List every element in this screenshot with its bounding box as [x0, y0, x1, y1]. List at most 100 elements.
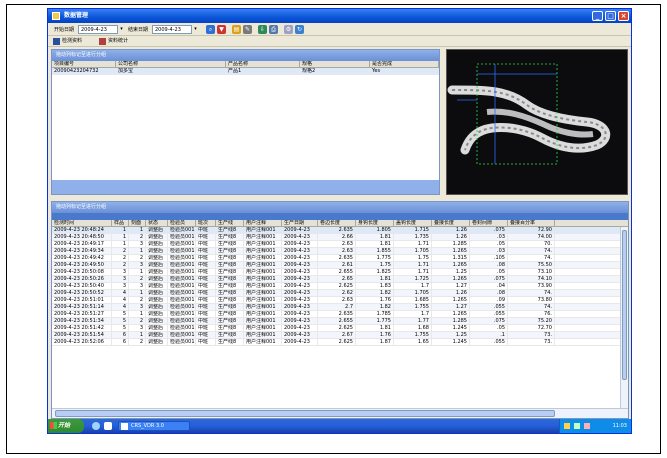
column-header[interactable]: 卷边长度: [318, 220, 356, 226]
taskbar-app-label: CRS_VDR 3.0: [131, 423, 164, 429]
start-date-field[interactable]: 2009-4-23: [78, 25, 118, 34]
start-date-dropdown-icon[interactable]: ▾: [118, 25, 125, 34]
table-row[interactable]: 2009-4-23 20:51:42 5 3 调整后 检验员001 中班 生产线8 用户注释0…: [52, 325, 628, 332]
cell: 中班: [196, 234, 216, 240]
close-button[interactable]: ×: [618, 11, 629, 21]
column-header[interactable]: 公司名称: [116, 61, 226, 67]
refresh-icon[interactable]: ↻: [295, 25, 304, 34]
seam-cross-section-image: [447, 50, 627, 194]
table-row[interactable]: 2009-4-23 20:48:50 1 2 调整后 检验员001 中班 生产线8 用户注释0…: [52, 234, 628, 241]
column-header[interactable]: 检验员: [168, 220, 196, 226]
table-row[interactable]: 2009-4-23 20:51:34 5 2 调整后 检验员001 中班 生产线8 用户注释0…: [52, 318, 628, 325]
maximize-button[interactable]: □: [605, 11, 616, 21]
column-header[interactable]: 是否完成: [370, 61, 439, 67]
table-row[interactable]: 2009-4-23 20:50:40 3 3 调整后 检验员001 中班 生产线8 用户注释0…: [52, 283, 628, 290]
end-date-dropdown-icon[interactable]: ▾: [192, 25, 199, 34]
tray-icon[interactable]: [584, 423, 590, 429]
column-header[interactable]: 生产日期: [282, 220, 318, 226]
cell: 中班: [196, 227, 216, 233]
search-icon[interactable]: ⌕: [206, 25, 215, 34]
column-header[interactable]: 卷封间隙: [470, 220, 508, 226]
cell: 生产线8: [216, 339, 244, 345]
table-row[interactable]: 2009-4-23 20:49:50 2 3 调整后 检验员001 中班 生产线8 用户注释0…: [52, 262, 628, 269]
table-row[interactable]: 2009-4-23 20:50:52 4 1 调整后 检验员001 中班 生产线8 用户注释0…: [52, 290, 628, 297]
column-header[interactable]: 规格: [300, 61, 370, 67]
cell: 用户注释001: [244, 332, 282, 338]
cell: 4: [112, 304, 129, 310]
cell: 73.80: [508, 297, 555, 303]
taskbar-app-button[interactable]: CRS_VDR 3.0: [118, 421, 190, 431]
cell: 生产线8: [216, 262, 244, 268]
column-header[interactable]: 用户注释: [244, 220, 282, 226]
table-row[interactable]: 2009-4-23 20:52:06 6 2 调整后 检验员001 中班 生产线8 用户注释0…: [52, 339, 628, 346]
column-header[interactable]: 项目编号: [52, 61, 116, 67]
cell: 1.81: [356, 325, 394, 331]
cell: 用户注释001: [244, 339, 282, 345]
table-row[interactable]: 2009-4-23 20:51:01 4 2 调整后 检验员001 中班 生产线8 用户注释0…: [52, 297, 628, 304]
print-icon[interactable]: ⎙: [269, 25, 278, 34]
tray-icon[interactable]: [574, 423, 580, 429]
start-button[interactable]: 开始: [48, 419, 84, 433]
export-icon[interactable]: ⇩: [258, 25, 267, 34]
cell: 1.25: [432, 332, 470, 338]
table-row[interactable]: 2009-4-23 20:49:34 2 1 调整后 检验员001 中班 生产线8 用户注释0…: [52, 248, 628, 255]
cell: 用户注释001: [244, 241, 282, 247]
column-header[interactable]: 叠接长度: [432, 220, 470, 226]
scroll-thumb[interactable]: [55, 410, 555, 417]
column-header[interactable]: 生产线: [216, 220, 244, 226]
cell: 2.655: [318, 318, 356, 324]
minimize-button[interactable]: _: [592, 11, 603, 21]
table-row[interactable]: 20090423204732 加多宝 产品1 规格2 Yes: [52, 68, 439, 75]
show-desktop-icon[interactable]: [104, 422, 112, 430]
table-row[interactable]: 2009-4-23 20:49:17 1 3 调整后 检验员001 中班 生产线8 用户注释0…: [52, 241, 628, 248]
table-row[interactable]: 2009-4-23 20:49:42 2 2 调整后 检验员001 中班 生产线8 用户注释0…: [52, 255, 628, 262]
app-window: 数据管理 _ □ × 开始日期 2009-4-23 ▾ 结束日期 2009-4-…: [47, 8, 632, 434]
end-date-field[interactable]: 2009-4-23: [152, 25, 192, 34]
cell: 2009-4-23: [282, 276, 318, 282]
column-header[interactable]: 盖钩长度: [394, 220, 432, 226]
title-bar[interactable]: 数据管理 _ □ ×: [48, 9, 631, 23]
table-row[interactable]: 2009-4-23 20:51:14 4 3 调整后 检验员001 中班 生产线8 用户注释0…: [52, 304, 628, 311]
cell: 1.725: [394, 276, 432, 282]
table-row[interactable]: 2009-4-23 20:51:27 5 1 调整后 检验员001 中班 生产线8 用户注释0…: [52, 311, 628, 318]
scroll-thumb[interactable]: [622, 230, 627, 380]
cell: 2009-4-23 20:51:34: [52, 318, 112, 324]
cell: 中班: [196, 311, 216, 317]
cell: 用户注释001: [244, 304, 282, 310]
panel-footer: [52, 180, 439, 194]
cell: 1.65: [394, 339, 432, 345]
table-row[interactable]: 2009-4-23 20:51:54 6 1 调整后 检验员001 中班 生产线8 用户注释0…: [52, 332, 628, 339]
cell: 2.635: [318, 311, 356, 317]
column-header[interactable]: 产品名称: [226, 61, 300, 67]
filter-icon[interactable]: ▼: [217, 25, 226, 34]
table-row[interactable]: 2009-4-23 20:50:26 3 2 调整后 检验员001 中班 生产线8 用户注释0…: [52, 276, 628, 283]
cell: 4: [112, 290, 129, 296]
cell: 2009-4-23 20:49:34: [52, 248, 112, 254]
edit-icon[interactable]: ✎: [243, 25, 252, 34]
seam-image-viewer[interactable]: [446, 49, 628, 195]
table-row[interactable]: 2009-4-23 20:48:24 1 1 调整后 检验员001 中班 生产线8 用户注释0…: [52, 227, 628, 234]
cell: 2009-4-23: [282, 255, 318, 261]
column-header[interactable]: 检测时间: [52, 220, 112, 226]
column-header[interactable]: 身钩长度: [356, 220, 394, 226]
column-header[interactable]: 刻面: [129, 220, 146, 226]
horizontal-scrollbar[interactable]: [52, 408, 628, 418]
end-date-label: 结束日期: [128, 27, 149, 33]
tray-icon[interactable]: [564, 423, 570, 429]
cell: 调整后: [146, 325, 168, 331]
settings-icon[interactable]: ⚙: [284, 25, 293, 34]
browser-icon[interactable]: [92, 422, 100, 430]
cell: 6: [112, 339, 129, 345]
cell: 检验员001: [170, 297, 196, 303]
column-header[interactable]: 叠接百分率: [508, 220, 555, 226]
table-row[interactable]: 2009-4-23 20:50:08 3 1 调整后 检验员001 中班 生产线8 用户注释0…: [52, 269, 628, 276]
column-header[interactable]: 状态: [146, 220, 168, 226]
column-header[interactable]: 班次: [196, 220, 216, 226]
vertical-scrollbar[interactable]: [620, 227, 628, 410]
tab-inspection-data[interactable]: 检测资料: [52, 37, 82, 46]
cell: 2.65: [318, 276, 356, 282]
tab-statistics[interactable]: 资料统计: [98, 37, 128, 46]
cell: 1.705: [394, 290, 432, 296]
column-header[interactable]: 样品: [112, 220, 129, 226]
chart-icon[interactable]: ▤: [232, 25, 241, 34]
